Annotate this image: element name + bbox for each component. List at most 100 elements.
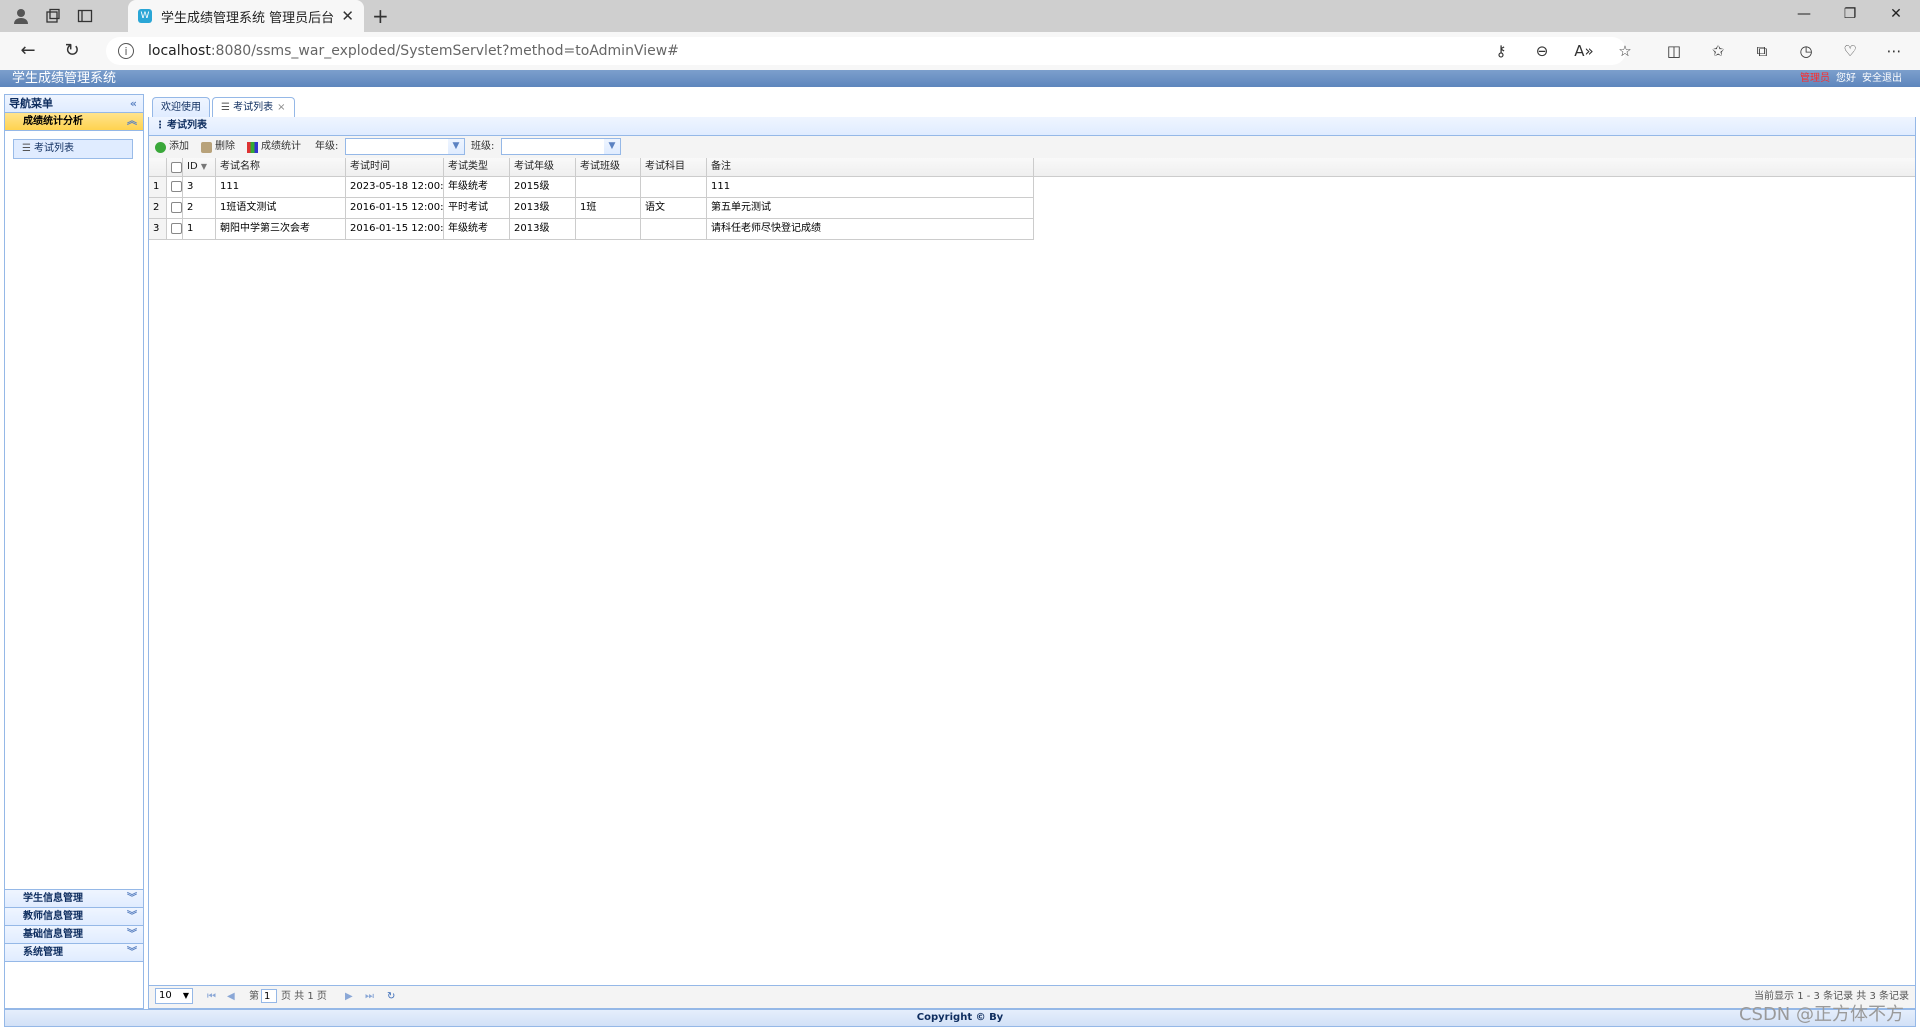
column-header-time[interactable]: 考试时间 — [346, 158, 444, 176]
chevron-down-icon[interactable]: ▼ — [604, 139, 620, 154]
app-header: 学生成绩管理系统 管理员 您好 安全退出 — [0, 70, 1920, 87]
list-icon: ☰ — [22, 143, 31, 154]
nav-section-system[interactable]: 系统管理 ︾ — [5, 944, 143, 962]
prev-page-icon[interactable]: ◀ — [227, 989, 235, 1005]
refresh-icon[interactable]: ↻ — [60, 40, 84, 62]
history-icon[interactable]: ◷ — [1795, 41, 1817, 61]
first-page-icon[interactable]: ⏮ — [207, 989, 216, 1005]
chevron-down-icon: ▼ — [182, 991, 189, 1000]
table-row[interactable]: 3 1 朝阳中学第三次会考 2016-01-15 12:00:00 年级统考 2… — [149, 219, 1034, 240]
chevron-up-icon: ︽ — [127, 116, 137, 127]
app-title: 学生成绩管理系统 — [12, 71, 117, 86]
chevron-down-icon: ︾ — [127, 911, 137, 922]
footer: Copyright © By — [4, 1009, 1916, 1027]
row-checkbox[interactable] — [167, 198, 183, 218]
column-header-name[interactable]: 考试名称 — [216, 158, 346, 176]
cell-time: 2023-05-18 12:00:00 — [346, 177, 444, 197]
column-header-id[interactable]: ID ▼ — [183, 158, 216, 176]
workspaces-icon[interactable] — [40, 4, 66, 28]
cell-type: 年级统考 — [444, 219, 510, 239]
grid-pager: 10 ▼ ⏮ ◀ 第 1 页 共 1 页 ▶ ⏭ ↻ 当前显示 1 - 3 条记录… — [149, 985, 1915, 1008]
collapse-panel-icon[interactable]: « — [130, 95, 137, 112]
nav-section-label: 成绩统计分析 — [23, 116, 83, 127]
key-icon[interactable]: ⚷ — [1490, 41, 1512, 61]
cell-remark: 第五单元测试 — [707, 198, 1034, 218]
score-stats-button[interactable]: 成绩统计 — [247, 139, 301, 155]
column-header-class[interactable]: 考试班级 — [576, 158, 641, 176]
zoom-out-icon[interactable]: ⊖ — [1531, 41, 1553, 61]
nav-menu-panel: 导航菜单 « 成绩统计分析 ︽ ☰ 考试列表 学生信息管理 ︾ 教师信息管理 ︾… — [4, 94, 144, 1009]
nav-section-teacher-info[interactable]: 教师信息管理 ︾ — [5, 908, 143, 926]
tab-label: 欢迎使用 — [161, 102, 201, 113]
cell-class: 1班 — [576, 198, 641, 218]
vertical-tabs-icon[interactable] — [72, 4, 98, 28]
minimize-icon[interactable]: — — [1784, 6, 1824, 22]
checkbox[interactable] — [171, 223, 182, 234]
browser-essentials-icon[interactable]: ♡ — [1839, 41, 1861, 61]
nav-section-student-info[interactable]: 学生信息管理 ︾ — [5, 890, 143, 908]
main-panel: 欢迎使用 ☰ 考试列表 × ⋮ 考试列表 添加 删除 成绩统计 年级: ▼ 班级… — [148, 94, 1916, 1009]
back-icon[interactable]: ← — [16, 40, 40, 62]
column-header-course[interactable]: 考试科目 — [641, 158, 707, 176]
cell-time: 2016-01-15 12:00:00 — [346, 198, 444, 218]
delete-label: 删除 — [215, 141, 235, 152]
page-number-input[interactable]: 1 — [261, 989, 277, 1003]
checkbox[interactable] — [171, 202, 182, 213]
table-row[interactable]: 2 2 1班语文测试 2016-01-15 12:00:00 平时考试 2013… — [149, 198, 1034, 219]
split-screen-icon[interactable]: ◫ — [1663, 41, 1685, 61]
row-checkbox[interactable] — [167, 219, 183, 239]
nav-menu-title: 导航菜单 — [9, 97, 53, 110]
cell-name: 朝阳中学第三次会考 — [216, 219, 346, 239]
column-header-type[interactable]: 考试类型 — [444, 158, 510, 176]
next-page-icon[interactable]: ▶ — [345, 989, 353, 1005]
vertical-dots-icon: ⋮ — [155, 120, 165, 131]
column-header-grade[interactable]: 考试年级 — [510, 158, 576, 176]
checkbox[interactable] — [171, 162, 182, 173]
tab-label: 考试列表 — [233, 102, 274, 113]
main-tab-strip: 欢迎使用 ☰ 考试列表 × — [148, 94, 1916, 118]
nav-section-basic-info[interactable]: 基础信息管理 ︾ — [5, 926, 143, 944]
site-info-icon[interactable]: i — [118, 43, 134, 59]
delete-button[interactable]: 删除 — [201, 139, 235, 155]
collections-icon[interactable]: ⧉ — [1751, 41, 1773, 61]
cell-name: 1班语文测试 — [216, 198, 346, 218]
close-window-icon[interactable]: ✕ — [1876, 6, 1916, 22]
profile-icon[interactable] — [8, 4, 34, 28]
read-aloud-icon[interactable]: A» — [1573, 41, 1595, 61]
url-field[interactable]: i localhost:8080/ssms_war_exploded/Syste… — [106, 37, 1626, 65]
grade-select[interactable]: ▼ — [345, 138, 465, 155]
add-button[interactable]: 添加 — [155, 139, 189, 155]
address-bar: ← ↻ i localhost:8080/ssms_war_exploded/S… — [0, 32, 1920, 71]
class-select[interactable]: ▼ — [501, 138, 621, 155]
tab-exam-list[interactable]: ☰ 考试列表 × — [212, 97, 295, 118]
logout-link[interactable]: 安全退出 — [1862, 70, 1902, 87]
nav-section-score-analysis[interactable]: 成绩统计分析 ︽ — [5, 113, 143, 131]
favorites-icon[interactable]: ✩ — [1707, 41, 1729, 61]
restore-icon[interactable]: ❐ — [1830, 6, 1870, 22]
nav-section-label: 系统管理 — [23, 947, 63, 958]
browser-tab-active[interactable]: W 学生成绩管理系统 管理员后台 ✕ — [128, 0, 364, 32]
more-menu-icon[interactable]: ⋯ — [1883, 41, 1905, 61]
checkbox[interactable] — [171, 181, 182, 192]
chevron-down-icon[interactable]: ▼ — [448, 139, 464, 154]
exam-list-panel: ⋮ 考试列表 添加 删除 成绩统计 年级: ▼ 班级: ▼ ID ▼ 考试名称 … — [148, 117, 1916, 1009]
close-icon[interactable]: × — [277, 102, 285, 113]
nav-section-label: 学生信息管理 — [23, 893, 83, 904]
table-row[interactable]: 1 3 111 2023-05-18 12:00:00 年级统考 2015级 1… — [149, 177, 1034, 198]
cell-grade: 2015级 — [510, 177, 576, 197]
refresh-grid-icon[interactable]: ↻ — [387, 989, 395, 1005]
last-page-icon[interactable]: ⏭ — [365, 989, 374, 1005]
favorite-star-icon[interactable]: ☆ — [1614, 41, 1636, 61]
page-prefix: 第 — [249, 991, 259, 1002]
select-all-checkbox[interactable] — [167, 158, 183, 176]
new-tab-icon[interactable]: + — [372, 4, 389, 28]
column-header-remark[interactable]: 备注 — [707, 158, 1034, 176]
tab-welcome[interactable]: 欢迎使用 — [152, 97, 210, 117]
url-text: localhost:8080/ssms_war_exploded/SystemS… — [148, 43, 679, 59]
nav-item-exam-list[interactable]: ☰ 考试列表 — [13, 139, 133, 159]
site-favicon-icon: W — [138, 9, 152, 23]
close-tab-icon[interactable]: ✕ — [341, 7, 354, 25]
page-size-select[interactable]: 10 ▼ — [155, 988, 193, 1004]
nav-menu-header: 导航菜单 « — [5, 95, 143, 113]
row-checkbox[interactable] — [167, 177, 183, 197]
